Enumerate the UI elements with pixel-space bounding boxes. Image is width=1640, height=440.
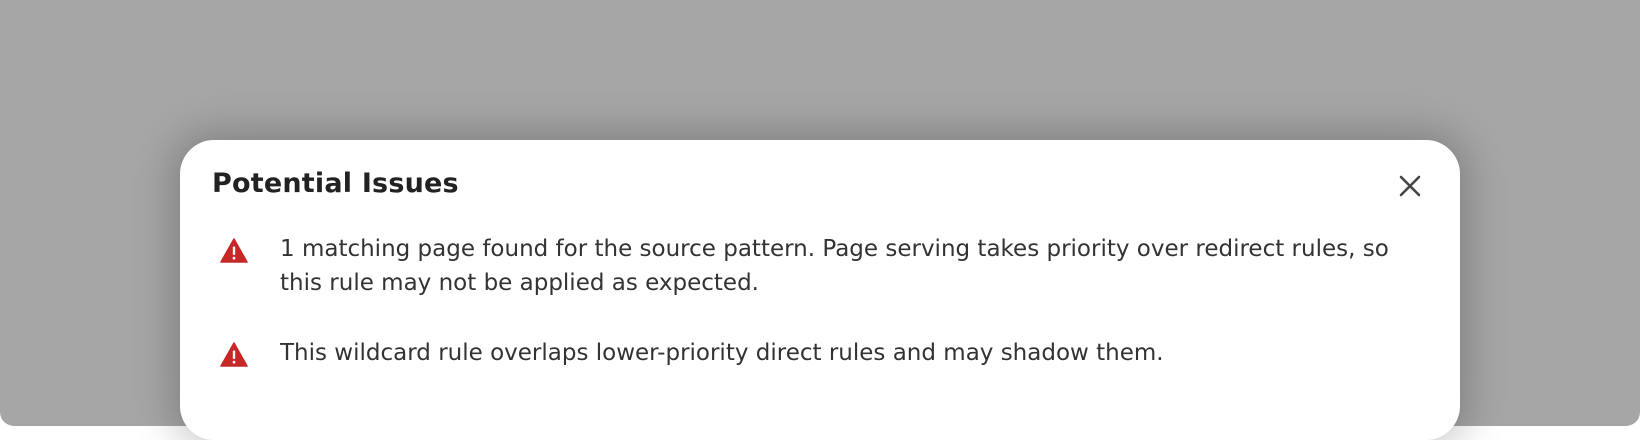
issue-text: This wildcard rule overlaps lower-priori… xyxy=(280,340,1164,366)
issue-item: This wildcard rule overlaps lower-priori… xyxy=(220,336,1400,370)
warning-triangle-icon xyxy=(220,342,248,367)
issue-text: 1 matching page found for the source pat… xyxy=(280,236,1389,296)
issue-item: 1 matching page found for the source pat… xyxy=(220,232,1400,300)
close-icon xyxy=(1399,175,1421,197)
warning-triangle-icon xyxy=(220,238,248,263)
potential-issues-dialog: Potential Issues 1 matching page found f… xyxy=(180,140,1460,440)
close-button[interactable] xyxy=(1396,172,1424,200)
dialog-title: Potential Issues xyxy=(212,168,459,199)
